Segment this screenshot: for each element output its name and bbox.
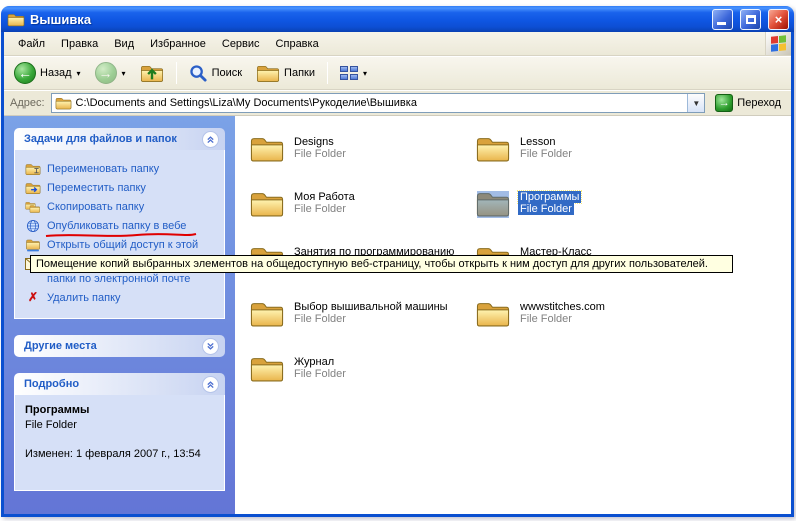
folder-item-wwwstitches[interactable]: wwwstitches.com File Folder (475, 299, 701, 354)
chevron-down-icon (206, 342, 215, 351)
search-button[interactable]: Поиск (183, 61, 248, 86)
details-item-type: File Folder (25, 418, 218, 433)
folder-icon (249, 354, 285, 386)
menu-file[interactable]: Файл (10, 32, 53, 55)
task-copy-folder[interactable]: Скопировать папку (25, 200, 218, 215)
maximize-icon (746, 15, 756, 24)
menu-bar: Файл Правка Вид Избранное Сервис Справка (4, 32, 791, 56)
go-label: Переход (737, 97, 781, 109)
back-icon: ← (14, 62, 36, 84)
window-title: Вышивка (30, 12, 705, 27)
views-dropdown-icon[interactable]: ▾ (363, 69, 367, 78)
search-label: Поиск (212, 67, 242, 79)
copy-icon (25, 200, 41, 214)
address-combobox[interactable]: C:\Documents and Settings\Liza\My Docume… (51, 93, 706, 113)
other-places-box: Другие места (14, 335, 225, 357)
task-rename-folder[interactable]: Переименовать папку (25, 162, 218, 177)
go-button[interactable]: → Переход (711, 93, 785, 113)
address-folder-icon (55, 96, 72, 110)
details-header[interactable]: Подробно (14, 373, 225, 395)
forward-icon: → (95, 62, 117, 84)
chevron-up-icon (206, 135, 215, 144)
rename-icon (25, 162, 41, 176)
up-button[interactable] (134, 60, 170, 86)
expand-button[interactable] (202, 338, 219, 355)
task-share-folder[interactable]: Открыть общий доступ к этой (25, 238, 218, 253)
window-folder-icon (7, 12, 25, 27)
minimize-icon (717, 22, 726, 25)
folder-icon (249, 299, 285, 331)
file-list: Designs File Folder Lesson File Folder (235, 116, 791, 514)
folder-icon (475, 134, 511, 166)
minimize-button[interactable] (712, 9, 733, 30)
tasks-box-title: Задачи для файлов и папок (24, 133, 202, 145)
collapse-button[interactable] (202, 131, 219, 148)
task-publish-folder[interactable]: Опубликовать папку в вебе (25, 219, 218, 234)
task-pane: Задачи для файлов и папок Переименовать … (4, 116, 235, 514)
back-button[interactable]: ← Назад ▾ (8, 59, 87, 87)
folder-item-vybor-mashiny[interactable]: Выбор вышивальной машины File Folder (249, 299, 475, 354)
search-icon (189, 64, 208, 83)
menu-edit[interactable]: Правка (53, 32, 106, 55)
folder-icon (475, 189, 511, 221)
details-item-name: Программы (25, 403, 218, 418)
windows-flag-icon (771, 35, 786, 52)
publish-icon (25, 219, 41, 233)
folder-icon (475, 299, 511, 331)
delete-icon: ✗ (25, 291, 41, 304)
collapse-button[interactable] (202, 376, 219, 393)
folder-item-lesson[interactable]: Lesson File Folder (475, 134, 701, 189)
menu-favorites[interactable]: Избранное (142, 32, 214, 55)
share-icon (25, 238, 41, 252)
up-folder-icon (140, 63, 164, 83)
close-icon: × (775, 12, 783, 27)
folder-icon (249, 189, 285, 221)
toolbar-separator (327, 62, 328, 84)
go-icon: → (715, 94, 733, 112)
other-places-title: Другие места (24, 340, 202, 352)
folder-item-moya-rabota[interactable]: Моя Работа File Folder (249, 189, 475, 244)
back-label: Назад (40, 67, 72, 79)
views-icon (340, 66, 358, 80)
menu-tools[interactable]: Сервис (214, 32, 268, 55)
folder-icon (249, 134, 285, 166)
tooltip: Помещение копий выбранных элементов на о… (30, 255, 733, 273)
details-box: Подробно Программы File Folder Изменен: … (14, 373, 225, 491)
address-label: Адрес: (10, 97, 45, 109)
forward-button[interactable]: → ▾ (89, 59, 132, 87)
task-move-folder[interactable]: Переместить папку (25, 181, 218, 196)
back-dropdown-icon[interactable]: ▾ (77, 69, 81, 78)
windows-logo (765, 32, 791, 55)
details-title: Подробно (24, 378, 202, 390)
maximize-button[interactable] (740, 9, 761, 30)
menu-help[interactable]: Справка (268, 32, 327, 55)
folder-item-designs[interactable]: Designs File Folder (249, 134, 475, 189)
details-modified: Изменен: 1 февраля 2007 г., 13:54 (25, 447, 218, 462)
folder-item-zhurnal[interactable]: Журнал File Folder (249, 354, 475, 409)
toolbar-separator (176, 62, 177, 84)
close-button[interactable]: × (768, 9, 789, 30)
file-folder-tasks-box: Задачи для файлов и папок Переименовать … (14, 128, 225, 319)
title-bar: Вышивка × (1, 6, 794, 32)
folder-item-programmy-selected[interactable]: Программы File Folder (475, 189, 701, 244)
address-value: C:\Documents and Settings\Liza\My Docume… (76, 97, 684, 109)
folders-icon (256, 63, 280, 83)
move-icon (25, 181, 41, 195)
tasks-box-header[interactable]: Задачи для файлов и папок (14, 128, 225, 150)
address-bar: Адрес: C:\Documents and Settings\Liza\My… (4, 90, 791, 116)
views-button[interactable]: ▾ (334, 63, 373, 83)
menu-view[interactable]: Вид (106, 32, 142, 55)
chevron-up-icon (206, 380, 215, 389)
task-delete-folder[interactable]: ✗ Удалить папку (25, 291, 218, 306)
toolbar: ← Назад ▾ → ▾ Поиск (4, 56, 791, 90)
other-places-header[interactable]: Другие места (14, 335, 225, 357)
folders-label: Папки (284, 67, 315, 79)
address-dropdown-button[interactable]: ▼ (687, 94, 704, 112)
folders-button[interactable]: Папки (250, 60, 321, 86)
forward-dropdown-icon[interactable]: ▾ (122, 69, 126, 78)
